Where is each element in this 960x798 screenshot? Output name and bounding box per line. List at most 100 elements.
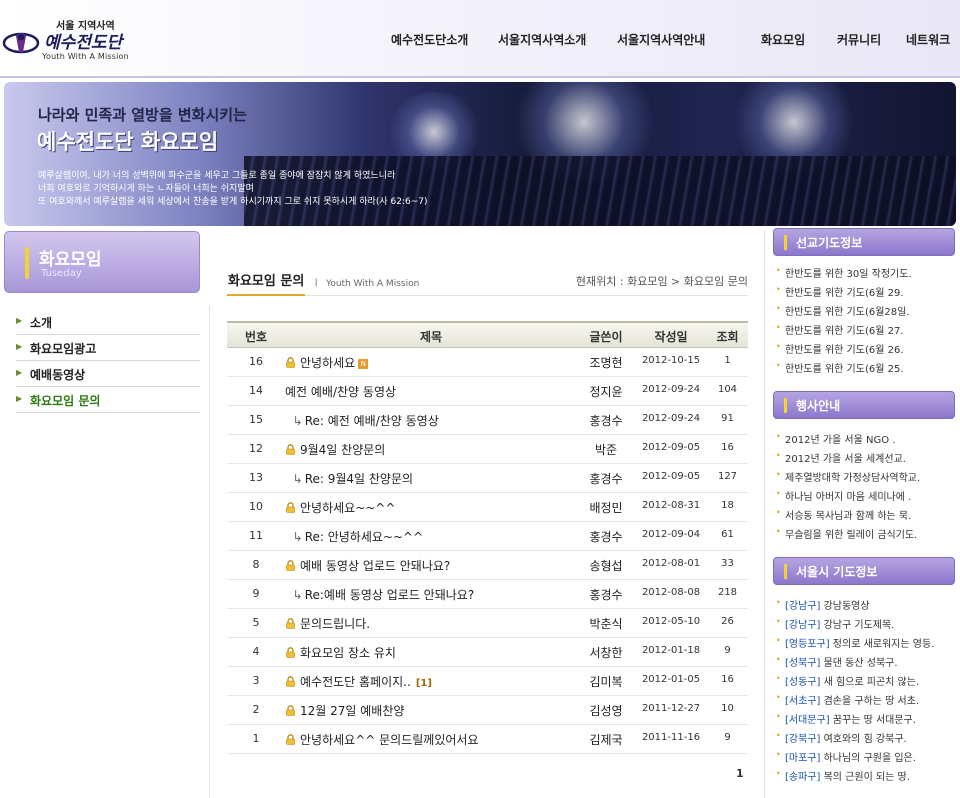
sidebar-box-title: 선교기도정보 [796,236,863,250]
post-title-link[interactable]: 9월4일 찬양문의 [285,441,385,458]
post-date: 2012-09-05 [641,471,701,482]
table-row[interactable]: 12 9월4일 찬양문의 박준 2012-09-05 16 [227,435,748,464]
post-views: 91 [721,413,734,424]
post-title-link[interactable]: 예수전도단 홈페이지.. [1] [285,673,432,690]
nav-item-community[interactable]: 커뮤니티 [837,31,881,48]
sidebar-list-item[interactable]: 한반도를 위한 기도(6월 25. [775,357,957,376]
sidebar-list-item[interactable]: [서대문구] 꿈꾸는 땅 서대문구. [775,708,957,727]
post-title-link[interactable]: 화요모임 장소 유치 [285,644,396,661]
post-title-link[interactable]: ↳ Re: 예전 예배/찬양 동영상 [285,412,439,429]
post-title-link[interactable]: 안녕하세요 N [285,354,369,371]
table-row[interactable]: 9 ↳ Re:예배 동영상 업로드 안돼나요? 홍경수 2012-08-08 218 [227,580,748,609]
left-nav-item-intro[interactable]: ▶ 소개 [16,309,200,335]
post-title-link[interactable]: 문의드립니다. [285,615,370,632]
sidebar-divider [764,230,765,798]
pagination-page-1[interactable]: 1 [736,767,744,780]
hero-banner: 나라와 민족과 열방을 변화시키는 예수전도단 화요모임 예루살렘이여, 내가 … [4,82,956,226]
column-header-title: 제목 [419,330,443,344]
table-row[interactable]: 11 ↳ Re: 안녕하세요~~^^ 홍경수 2012-09-04 61 [227,522,748,551]
board-table: 번호 제목 글쓴이 작성일 조회 16 안녕하세요 N 조명현 2012-10-15 1 1… [227,321,748,754]
sidebar-list-item[interactable]: 한반도를 위한 30일 작정기도. [775,262,957,281]
nav-item-network[interactable]: 네트워크 [906,31,950,48]
post-date: 2012-08-01 [641,558,701,569]
sidebar-item-text: 정의로 새로워지는 영등. [829,639,935,650]
sidebar-list-item[interactable]: [서초구] 겸손을 구하는 땅 서초. [775,689,957,708]
table-row[interactable]: 16 안녕하세요 N 조명현 2012-10-15 1 [227,348,748,377]
sidebar-list-item[interactable]: 2012년 가을 서울 세계선교. [775,447,957,466]
sidebar-list-item[interactable]: [강북구] 여호와의 힘 강북구. [775,727,957,746]
sidebar-list-item[interactable]: 한반도를 위한 기도(6월 27. [775,319,957,338]
district-tag: [마포구] [785,753,821,764]
table-row[interactable]: 14 예전 예배/찬양 동영상 정지윤 2012-09-24 104 [227,377,748,406]
nav-item-seoul-ministry-intro[interactable]: 서울지역사역소개 [498,31,586,48]
comment-count[interactable]: [1] [416,678,432,689]
sidebar-list-item[interactable]: 무슬림을 위한 릴레이 금식기도. [775,523,957,542]
post-views: 18 [721,500,734,511]
post-title-link[interactable]: 예전 예배/찬양 동영상 [285,383,396,400]
post-number: 12 [249,442,263,455]
arrow-right-icon: ▶ [16,316,23,325]
nav-item-seoul-ministry-guide[interactable]: 서울지역사역안내 [617,31,705,48]
post-title-link[interactable]: 안녕하세요~~^^ [285,499,395,516]
post-date: 2012-09-24 [641,384,701,395]
sidebar-list-item[interactable]: [영등포구] 정의로 새로워지는 영등. [775,632,957,651]
title-divider [305,295,748,296]
post-number: 5 [252,616,260,629]
left-nav-item-videos[interactable]: ▶ 예배동영상 [16,361,200,387]
sidebar-list-item[interactable]: [송파구] 복의 근원이 되는 땅. [775,765,957,784]
sidebar-list-item[interactable]: [성동구] 새 힘으로 피곤치 않는. [775,670,957,689]
sidebar-list-item[interactable]: 한반도를 위한 기도(6월28일. [775,300,957,319]
table-row[interactable]: 3 예수전도단 홈페이지.. [1] 김미복 2012-01-05 16 [227,667,748,696]
post-title-link[interactable]: 안녕하세요^^ 문의드릴께있어서요 [285,731,479,748]
sidebar-list-item[interactable]: [강남구] 강남동영상 [775,594,957,613]
post-number: 10 [249,500,263,513]
sidebar-list-item[interactable]: 2012년 가을 서울 NGO . [775,428,957,447]
sidebar-list-item[interactable]: 제주열방대학 가정상담사역학교. [775,466,957,485]
post-title-text: 9월4일 찬양문의 [300,443,386,457]
sidebar-list-item[interactable]: 한반도를 위한 기도(6월 29. [775,281,957,300]
table-row[interactable]: 13 ↳ Re: 9월4일 찬양문의 홍경수 2012-09-05 127 [227,464,748,493]
reply-arrow-icon: ↳ [285,414,303,428]
left-nav-label: 예배동영상 [30,368,86,382]
post-number: 9 [252,587,260,600]
sidebar-box-header-mission-prayer: 선교기도정보 [773,228,955,256]
post-title-link[interactable]: ↳ Re:예배 동영상 업로드 안돼나요? [285,586,475,603]
new-badge-icon: N [358,359,369,369]
post-title-text: Re: 9월4일 찬양문의 [304,472,414,486]
post-date: 2012-08-31 [641,500,701,511]
post-author: 김제국 [589,733,623,747]
table-row[interactable]: 2 12월 27일 예배찬양 김성영 2011-12-27 10 [227,696,748,725]
post-title-text: 문의드립니다. [300,617,371,631]
district-tag: [송파구] [785,772,821,783]
sidebar-box-header-seoul-prayer: 서울시 기도정보 [773,557,955,585]
section-title: 화요모임 [39,250,102,270]
left-nav-item-ads[interactable]: ▶ 화요모임광고 [16,335,200,361]
nav-item-about[interactable]: 예수전도단소개 [391,31,468,48]
post-author: 송형섭 [589,559,623,573]
sidebar-list-item[interactable]: 서승동 목사님과 함께 하는 묵. [775,504,957,523]
table-row[interactable]: 4 화요모임 장소 유치 서창한 2012-01-18 9 [227,638,748,667]
table-row[interactable]: 15 ↳ Re: 예전 예배/찬양 동영상 홍경수 2012-09-24 91 [227,406,748,435]
left-nav-item-inquiry[interactable]: ▶ 화요모임 문의 [16,387,200,413]
post-title-link[interactable]: 12월 27일 예배찬양 [285,702,404,719]
post-title-link[interactable]: ↳ Re: 안녕하세요~~^^ [285,528,424,545]
page-subtitle: ㅣ Youth With A Mission [312,279,420,289]
table-row[interactable]: 1 안녕하세요^^ 문의드릴께있어서요 김제국 2011-11-16 9 [227,725,748,754]
accent-bar [784,398,787,413]
sidebar-list-item[interactable]: 한반도를 위한 기도(6월 26. [775,338,957,357]
post-number: 14 [249,384,263,397]
column-header-no: 번호 [244,330,268,344]
sidebar-list-item[interactable]: [강남구] 강남구 기도제목. [775,613,957,632]
section-accent-bar [25,247,29,279]
post-number: 15 [249,413,263,426]
post-title-link[interactable]: 예배 동영상 업로드 안돼나요? [285,557,450,574]
post-title-link[interactable]: ↳ Re: 9월4일 찬양문의 [285,470,413,487]
table-row[interactable]: 10 안녕하세요~~^^ 배정민 2012-08-31 18 [227,493,748,522]
table-row[interactable]: 5 문의드립니다. 박춘식 2012-05-10 26 [227,609,748,638]
table-row[interactable]: 8 예배 동영상 업로드 안돼나요? 송형섭 2012-08-01 33 [227,551,748,580]
sidebar-list-item[interactable]: 하나님 아버지 마음 세미나에 . [775,485,957,504]
sidebar-list-item[interactable]: [성북구] 물댄 동산 성북구. [775,651,957,670]
nav-item-tuesday-meeting[interactable]: 화요모임 [761,31,805,48]
sidebar-list-item[interactable]: [마포구] 하나님의 구원을 입은. [775,746,957,765]
accent-bar [784,235,787,250]
